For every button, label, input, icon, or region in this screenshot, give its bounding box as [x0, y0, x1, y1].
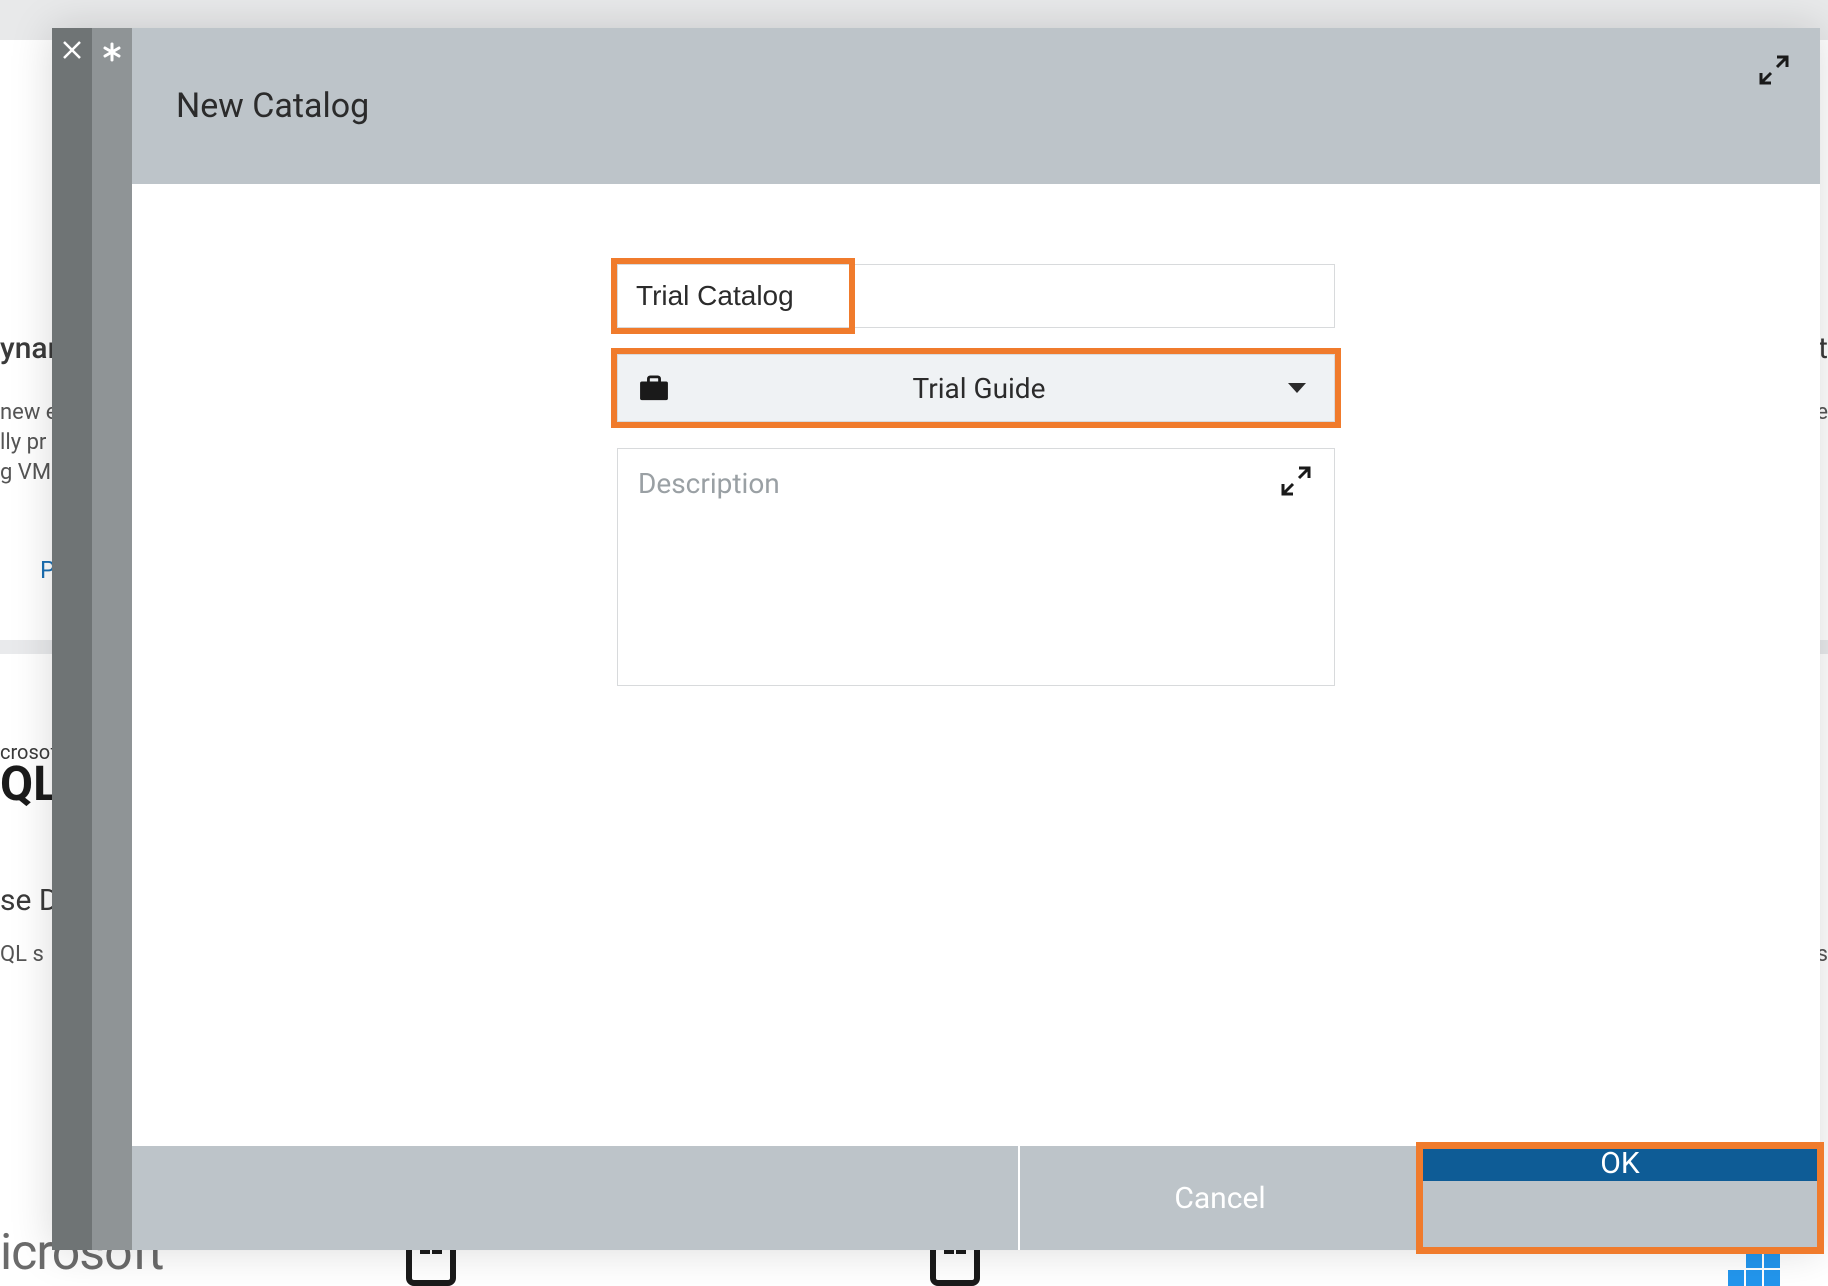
- modal-body: New Catalog: [132, 28, 1820, 1250]
- bg-heading-frag: ynar: [0, 328, 58, 370]
- asterisk-icon: [102, 42, 122, 62]
- description-textarea[interactable]: Description: [617, 448, 1335, 686]
- modal-rail-dirty: [92, 28, 132, 1250]
- business-unit-dropdown[interactable]: Trial Guide: [617, 354, 1335, 422]
- expand-modal-button[interactable]: [1756, 52, 1792, 88]
- form-column: Trial Guide Description: [617, 264, 1335, 686]
- bg-line1: new e: [0, 398, 57, 429]
- bg-line2: lly pr: [0, 428, 46, 459]
- bg-line3: g VM: [0, 458, 51, 489]
- dropdown-selected-label: Trial Guide: [670, 372, 1288, 405]
- chevron-down-icon: [1288, 383, 1306, 393]
- cancel-button[interactable]: Cancel: [1020, 1146, 1420, 1250]
- dirty-indicator: [92, 28, 132, 72]
- bg-sql-frag: QL: [0, 755, 59, 812]
- description-placeholder: Description: [638, 467, 1314, 500]
- briefcase-icon: [638, 375, 670, 401]
- new-catalog-modal: New Catalog: [52, 28, 1820, 1250]
- description-expand-button[interactable]: [1280, 465, 1316, 501]
- catalog-name-input[interactable]: [617, 264, 1335, 328]
- bg-sql-s: QL s: [0, 940, 44, 971]
- bg-docker-fragment: [1728, 1256, 1798, 1286]
- ok-button[interactable]: OK: [1420, 1146, 1820, 1181]
- modal-footer: Cancel OK: [132, 1146, 1820, 1250]
- bg-se-d: se D: [0, 880, 59, 922]
- expand-icon: [1758, 54, 1790, 86]
- modal-content: Trial Guide Description: [132, 184, 1820, 1146]
- expand-icon: [1280, 465, 1312, 497]
- modal-rail-close: [52, 28, 92, 1250]
- modal-title: New Catalog: [176, 86, 369, 126]
- close-icon: [63, 41, 81, 59]
- cancel-label: Cancel: [1174, 1181, 1265, 1216]
- close-button[interactable]: [52, 28, 92, 72]
- ok-label: OK: [1600, 1146, 1639, 1181]
- modal-header: New Catalog: [132, 28, 1820, 184]
